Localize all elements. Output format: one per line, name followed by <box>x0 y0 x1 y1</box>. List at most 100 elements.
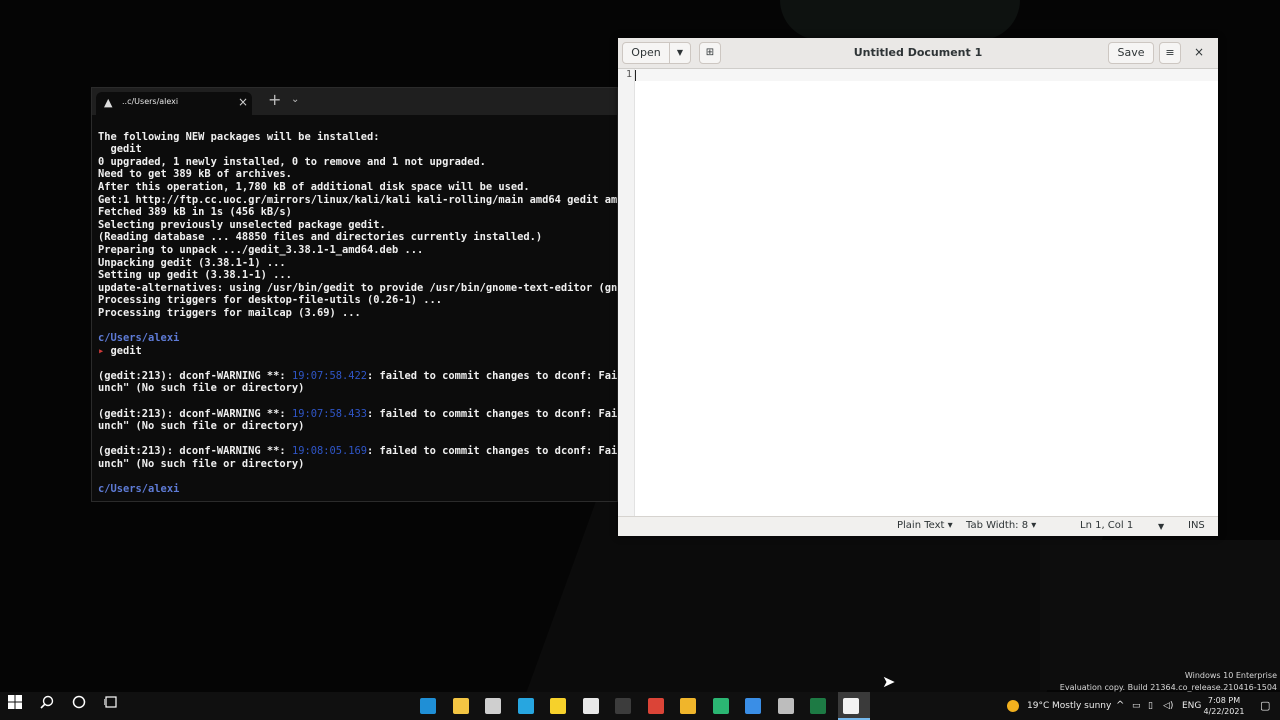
wallpaper-shape <box>1040 540 1280 690</box>
terminal-tab-bar: ▲ ..c/Users/alexi × + ⌄ <box>92 88 617 115</box>
text-editor-area[interactable]: 1 <box>618 69 1218 517</box>
terminal-line: Processing triggers for desktop-file-uti… <box>98 294 443 307</box>
sun-icon[interactable] <box>1007 700 1019 712</box>
warning-prefix: (gedit:213): dconf-WARNING **: <box>98 445 292 458</box>
warning-line: (gedit:213): dconf-WARNING **: 19:08:05.… <box>98 445 617 458</box>
battery-icon[interactable]: ▯ <box>1148 692 1153 720</box>
terminal-tab-title: ..c/Users/alexi <box>122 97 179 106</box>
terminal-line: update-alternatives: using /usr/bin/gedi… <box>98 281 617 294</box>
language-selector[interactable]: Plain Text ▾ <box>897 520 953 531</box>
clock-time: 7:08 PM <box>1207 696 1241 705</box>
terminal-line: Get:1 http://ftp.cc.uoc.gr/mirrors/linux… <box>98 193 617 206</box>
notepad2-icon[interactable] <box>745 698 761 714</box>
store-icon[interactable] <box>485 698 501 714</box>
prompt-line: ▸ gedit <box>98 345 617 358</box>
mouse-pointer-icon: ➤ <box>882 672 896 691</box>
taskbar: 19°C Mostly sunny ^ ▭ ▯ ◁) ENG 7:08 PM 4… <box>0 692 1280 720</box>
chrome-icon[interactable] <box>647 698 664 714</box>
gedit-statusbar: Plain Text ▾ Tab Width: 8 ▾ Ln 1, Col 1 … <box>618 516 1218 536</box>
warning-suffix: : failed to commit changes to dconf: Fai… <box>367 369 617 382</box>
warning-timestamp: 19:07:58.433 <box>291 407 368 420</box>
terminal-line: gedit <box>98 143 142 156</box>
cortana-icon[interactable] <box>68 695 90 717</box>
warning-line-2: unch" (No such file or directory) <box>98 420 305 433</box>
warning-timestamp: 19:08:05.169 <box>291 445 368 458</box>
chevron-down-icon[interactable]: ⌄ <box>291 94 299 105</box>
terminal-tab[interactable]: ▲ ..c/Users/alexi × <box>96 92 252 115</box>
task-view-icon[interactable] <box>100 695 122 717</box>
weather-temperature[interactable]: 19°C <box>1027 692 1049 720</box>
cortana-ring-icon[interactable] <box>517 698 534 714</box>
notepad-icon[interactable] <box>582 698 599 714</box>
terminal-icon[interactable] <box>615 698 631 714</box>
hamburger-menu-icon[interactable]: ≡ <box>1159 42 1181 64</box>
warning-timestamp: 19:07:58.422 <box>291 369 368 382</box>
prompt-path: c/Users/alexi <box>98 483 180 496</box>
folder-icon[interactable] <box>680 698 696 714</box>
prompt-line: ▸ <box>98 496 617 498</box>
clock[interactable]: 7:08 PM 4/22/2021 <box>1198 695 1250 717</box>
text-cursor <box>635 70 636 81</box>
terminal-line: Selecting previously unselected package … <box>98 218 386 231</box>
edge-icon[interactable] <box>420 698 436 714</box>
line-number-gutter: 1 <box>618 69 635 517</box>
warning-prefix: (gedit:213): dconf-WARNING **: <box>98 369 292 382</box>
save-button[interactable]: Save <box>1108 42 1154 64</box>
new-document-icon[interactable]: ⊞ <box>699 42 721 64</box>
terminal-line: Setting up gedit (3.38.1-1) ... <box>98 269 292 282</box>
notification-icon[interactable]: ▢ <box>1260 692 1270 720</box>
gedit-window[interactable]: Open ▼ ⊞ Untitled Document 1 Save ≡ × 1 … <box>618 38 1218 536</box>
tab-width-selector[interactable]: Tab Width: 8 ▾ <box>966 520 1036 531</box>
prompt-arrow-icon: ▸ <box>98 496 104 498</box>
typed-command: gedit <box>110 344 142 357</box>
gedit-headerbar: Open ▼ ⊞ Untitled Document 1 Save ≡ × <box>618 38 1218 69</box>
settings-wheel-icon[interactable] <box>777 698 794 714</box>
prompt-arrow-icon: ▸ <box>98 344 105 357</box>
windows-watermark: Windows 10 Enterprise Evaluation copy. B… <box>1060 670 1277 694</box>
close-tab-icon[interactable]: × <box>238 95 248 109</box>
volume-icon[interactable]: ◁) <box>1163 692 1173 720</box>
insert-mode-indicator: INS <box>1188 520 1205 531</box>
warning-line-2: unch" (No such file or directory) <box>98 458 305 471</box>
terminal-line: Fetched 389 kB in 1s (456 kB/s) <box>98 206 292 219</box>
line-number: 1 <box>625 69 632 80</box>
clock-date: 4/22/2021 <box>1203 707 1245 716</box>
warning-line-2: unch" (No such file or directory) <box>98 382 305 395</box>
terminal-line: (Reading database ... 48850 files and di… <box>98 231 543 244</box>
chevron-down-icon[interactable]: ▼ <box>1158 522 1164 531</box>
penguin-icon: ▲ <box>104 96 113 109</box>
watermark-edition: Windows 10 Enterprise <box>1184 671 1277 680</box>
warning-prefix: (gedit:213): dconf-WARNING **: <box>98 407 292 420</box>
cursor-position[interactable]: Ln 1, Col 1 <box>1080 520 1133 531</box>
search-icon[interactable] <box>36 695 58 717</box>
terminal-line: Need to get 389 kB of archives. <box>98 168 292 181</box>
terminal-line: The following NEW packages will be insta… <box>98 130 380 143</box>
warning-line: (gedit:213): dconf-WARNING **: 19:07:58.… <box>98 370 617 383</box>
windows-logo-icon[interactable] <box>4 695 26 717</box>
linux-penguin-icon[interactable] <box>842 698 859 714</box>
open-button[interactable]: Open <box>622 42 670 64</box>
terminal-output[interactable]: The following NEW packages will be insta… <box>92 115 617 498</box>
warning-suffix: : failed to commit changes to dconf: Fai… <box>367 407 617 420</box>
close-icon[interactable]: × <box>1194 45 1204 59</box>
sticky-notes-icon[interactable] <box>550 698 566 714</box>
terminal-line: Processing triggers for mailcap (3.69) .… <box>98 306 361 319</box>
terminal-line: 0 upgraded, 1 newly installed, 0 to remo… <box>98 155 486 168</box>
chevron-up-icon[interactable]: ^ <box>1116 692 1124 720</box>
file-explorer-icon[interactable] <box>452 698 469 714</box>
terminal-line: Unpacking gedit (3.38.1-1) ... <box>98 256 286 269</box>
weather-text[interactable]: Mostly sunny <box>1052 692 1111 720</box>
warning-suffix: : failed to commit changes to dconf: Fai… <box>367 445 617 458</box>
terminal-window[interactable]: ▲ ..c/Users/alexi × + ⌄ The following NE… <box>91 87 618 502</box>
warning-line: (gedit:213): dconf-WARNING **: 19:07:58.… <box>98 408 617 421</box>
network-icon[interactable]: ▭ <box>1132 692 1141 720</box>
excel-icon[interactable] <box>810 698 826 714</box>
edge-dev-icon[interactable] <box>712 698 729 714</box>
new-tab-button[interactable]: + <box>268 90 281 109</box>
open-dropdown-icon[interactable]: ▼ <box>669 42 691 64</box>
